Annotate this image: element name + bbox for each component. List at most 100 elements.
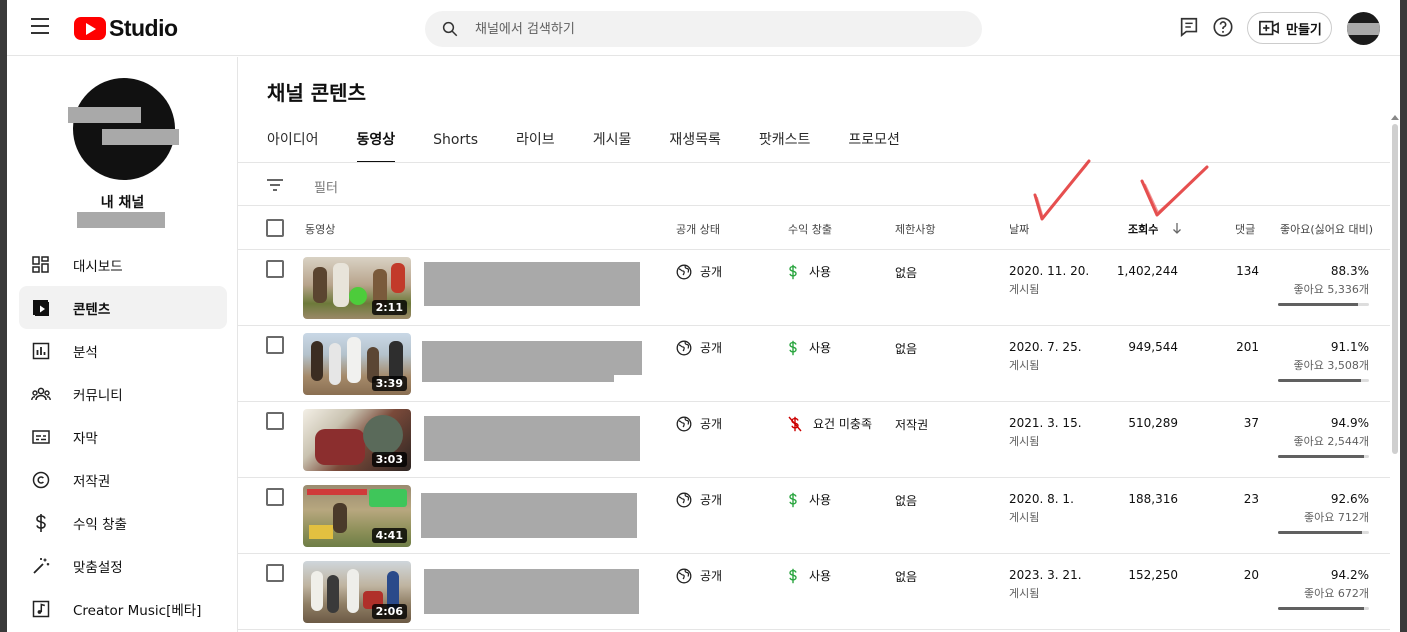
- row-checkbox[interactable]: [266, 260, 284, 278]
- column-date[interactable]: 날짜: [1009, 221, 1029, 237]
- video-thumbnail[interactable]: 3:03: [303, 409, 411, 471]
- sidebar-item-creator-music[interactable]: Creator Music[베타]: [19, 587, 227, 630]
- likes-percent: 91.1%: [1330, 340, 1369, 354]
- globe-icon: [676, 340, 692, 355]
- publish-status: 게시됨: [1009, 283, 1040, 296]
- tab-promotions[interactable]: 프로모션: [848, 127, 900, 163]
- studio-logo[interactable]: Studio: [74, 14, 178, 42]
- row-checkbox[interactable]: [266, 336, 284, 354]
- restrictions-cell[interactable]: 저작권: [895, 416, 928, 433]
- globe-icon: [676, 492, 692, 507]
- column-monetization[interactable]: 수익 창출: [788, 221, 832, 237]
- monetization-cell[interactable]: 사용: [788, 263, 831, 280]
- filter-bar[interactable]: 필터: [238, 163, 1390, 206]
- row-checkbox[interactable]: [266, 412, 284, 430]
- tab-live[interactable]: 라이브: [516, 127, 555, 163]
- restrictions-cell[interactable]: 없음: [895, 340, 917, 357]
- sidebar-item-content[interactable]: 콘텐츠: [19, 286, 227, 329]
- create-button-label: 만들기: [1286, 22, 1322, 38]
- date-cell: 2020. 11. 20.: [1009, 264, 1090, 278]
- search-icon[interactable]: [441, 20, 459, 38]
- comments-cell[interactable]: 23: [1244, 492, 1259, 506]
- restrictions-cell[interactable]: 없음: [895, 568, 917, 585]
- restrictions-cell[interactable]: 없음: [895, 492, 917, 509]
- column-comments[interactable]: 댓글: [1235, 221, 1255, 237]
- video-duration: 2:06: [371, 604, 407, 619]
- column-likes[interactable]: 좋아요(싫어요 대비): [1280, 221, 1373, 237]
- table-row[interactable]: 2:11 공개 사용 없음 2020. 11. 20. 게시됨 1,402,24…: [238, 250, 1390, 326]
- menu-icon[interactable]: [31, 18, 49, 34]
- row-checkbox[interactable]: [266, 564, 284, 582]
- tab-shorts[interactable]: Shorts: [433, 127, 478, 163]
- account-avatar[interactable]: [1347, 12, 1380, 45]
- sidebar-item-label: 커뮤니티: [73, 387, 123, 404]
- column-views[interactable]: 조회수: [1128, 221, 1158, 237]
- visibility-label: 공개: [700, 341, 723, 355]
- column-restrictions[interactable]: 제한사항: [895, 221, 935, 237]
- video-thumbnail[interactable]: 4:41: [303, 485, 411, 547]
- sidebar-item-customization[interactable]: 맞춤설정: [19, 544, 227, 587]
- redacted-channel-text: [102, 129, 179, 145]
- select-all-checkbox[interactable]: [266, 219, 284, 237]
- video-thumbnail[interactable]: 3:39: [303, 333, 411, 395]
- monetization-cell[interactable]: 사용: [788, 567, 831, 584]
- row-checkbox[interactable]: [266, 488, 284, 506]
- comments-cell[interactable]: 20: [1244, 568, 1259, 582]
- dollar-off-icon: [788, 416, 802, 431]
- video-thumbnail[interactable]: 2:11: [303, 257, 411, 319]
- create-button[interactable]: 만들기: [1247, 12, 1332, 44]
- dollar-icon: [789, 340, 797, 355]
- search-input[interactable]: [475, 11, 965, 47]
- visibility-cell[interactable]: 공개: [676, 263, 722, 280]
- youtube-play-icon: [74, 16, 106, 40]
- search-bar[interactable]: [425, 11, 982, 47]
- tab-playlists[interactable]: 재생목록: [669, 127, 721, 163]
- column-visibility[interactable]: 공개 상태: [676, 221, 720, 237]
- date-cell: 2020. 7. 25.: [1009, 340, 1082, 354]
- tab-posts[interactable]: 게시물: [593, 127, 632, 163]
- publish-status: 게시됨: [1009, 511, 1040, 524]
- filter-placeholder[interactable]: 필터: [314, 177, 338, 196]
- feedback-icon[interactable]: [1178, 16, 1200, 38]
- visibility-cell[interactable]: 공개: [676, 339, 722, 356]
- monetization-cell[interactable]: 사용: [788, 339, 831, 356]
- visibility-cell[interactable]: 공개: [676, 491, 722, 508]
- table-row[interactable]: 3:03 공개 요건 미충족 저작권 2021. 3. 15. 게시됨 510,…: [238, 402, 1390, 478]
- filter-icon[interactable]: [266, 178, 284, 192]
- restrictions-cell[interactable]: 없음: [895, 264, 917, 281]
- sort-down-arrow-icon[interactable]: [1172, 222, 1182, 234]
- table-row[interactable]: 4:41 공개 사용 없음 2020. 8. 1. 게시됨 188,316 23…: [238, 478, 1390, 554]
- table-row[interactable]: 2:06 공개 사용 없음 2023. 3. 21. 게시됨 152,250 2…: [238, 554, 1390, 630]
- video-thumbnail[interactable]: 2:06: [303, 561, 411, 623]
- sidebar-item-community[interactable]: 커뮤니티: [19, 372, 227, 415]
- sidebar-item-analytics[interactable]: 분석: [19, 329, 227, 372]
- monetization-label: 사용: [809, 265, 832, 279]
- comments-cell[interactable]: 201: [1236, 340, 1259, 354]
- create-video-icon: [1259, 20, 1279, 36]
- scrollbar[interactable]: [1392, 124, 1398, 454]
- visibility-label: 공개: [700, 417, 723, 431]
- sidebar-item-dashboard[interactable]: 대시보드: [19, 243, 227, 286]
- scroll-up-arrow-icon[interactable]: [1391, 115, 1399, 120]
- globe-icon: [676, 568, 692, 583]
- likes-count: 좋아요 672개: [1304, 587, 1369, 600]
- help-icon[interactable]: [1212, 16, 1234, 38]
- video-duration: 3:39: [371, 376, 407, 391]
- sidebar-item-subtitles[interactable]: 자막: [19, 415, 227, 458]
- monetization-cell[interactable]: 요건 미충족: [788, 415, 872, 432]
- sidebar-item-copyright[interactable]: 저작권: [19, 458, 227, 501]
- comments-cell[interactable]: 37: [1244, 416, 1259, 430]
- tab-videos[interactable]: 동영상: [356, 127, 395, 163]
- sidebar-item-monetization[interactable]: 수익 창출: [19, 501, 227, 544]
- comments-cell[interactable]: 134: [1236, 264, 1259, 278]
- visibility-cell[interactable]: 공개: [676, 415, 722, 432]
- table-row[interactable]: 3:39 공개 사용 없음 2020. 7. 25. 게시됨 949,544 2…: [238, 326, 1390, 402]
- magic-wand-icon: [31, 556, 51, 576]
- sidebar-item-label: 맞춤설정: [73, 559, 123, 576]
- tab-ideas[interactable]: 아이디어: [267, 127, 319, 163]
- visibility-cell[interactable]: 공개: [676, 567, 722, 584]
- monetization-cell[interactable]: 사용: [788, 491, 831, 508]
- tab-podcasts[interactable]: 팟캐스트: [759, 127, 811, 163]
- visibility-label: 공개: [700, 493, 723, 507]
- dollar-icon: [789, 568, 797, 583]
